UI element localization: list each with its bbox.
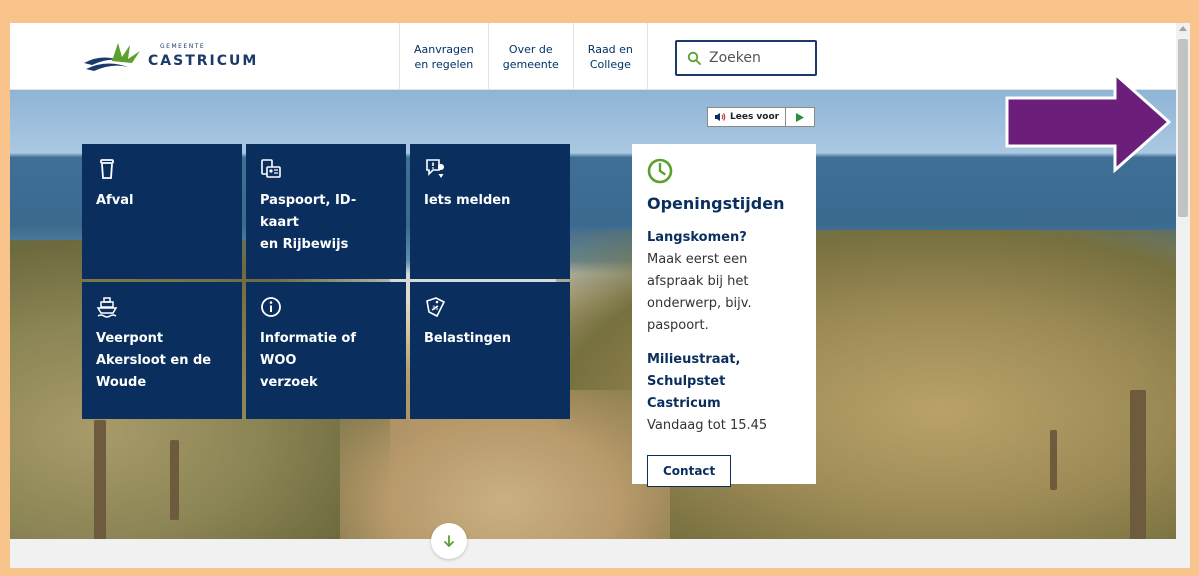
nav-item-over-de-gemeente[interactable]: Over de gemeente <box>487 23 573 90</box>
location-hours: Vandaag tot 15.45 <box>647 418 768 433</box>
logo-small-text: GEMEENTE <box>160 43 206 50</box>
search-box[interactable] <box>675 40 817 76</box>
fence-post <box>94 420 106 539</box>
tile-paspoort[interactable]: Paspoort, ID-kaart en Rijbewijs <box>246 144 406 279</box>
scroll-down-button[interactable] <box>431 523 467 559</box>
tile-label: Paspoort, ID-kaart en Rijbewijs <box>260 193 357 252</box>
nav-item-label: Aanvragen en regelen <box>414 42 474 71</box>
readspeaker-bar: Lees voor <box>707 107 816 127</box>
logo-wordmark: CASTRICUM <box>148 53 259 69</box>
search-icon <box>687 51 701 65</box>
nav-item-label: Over de gemeente <box>502 42 559 71</box>
tax-tag-icon: % <box>426 297 446 318</box>
fence-post <box>1130 390 1146 539</box>
tile-veerpont[interactable]: Veerpont Akersloot en de Woude <box>82 282 242 419</box>
hero-image: Lees voor Afval Paspoort, ID-kaart en Ri… <box>10 90 1176 539</box>
nav-item-label: Raad en College <box>587 42 633 71</box>
opening-hours-card: Openingstijden Langskomen? Maak eerst ee… <box>632 144 816 487</box>
nav-item-aanvragen[interactable]: Aanvragen en regelen <box>399 23 488 90</box>
clock-icon <box>647 158 673 184</box>
info-icon <box>261 297 281 317</box>
visit-text: Maak eerst een afspraak bij het onderwer… <box>647 252 752 333</box>
nav-item-raad-en-college[interactable]: Raad en College <box>572 23 648 90</box>
ferry-icon <box>96 297 118 318</box>
scroll-up-arrow-icon[interactable] <box>1179 26 1187 31</box>
content-band <box>10 539 1176 568</box>
tile-label: Afval <box>96 193 134 208</box>
logo-swoosh-icon <box>84 43 140 71</box>
main-navigation: Aanvragen en regelen Over de gemeente Ra… <box>399 23 648 90</box>
fence-post <box>1050 430 1057 490</box>
arrow-down-icon <box>444 535 454 547</box>
tile-label: Iets melden <box>424 193 511 208</box>
opening-hours-title: Openingstijden <box>647 194 785 213</box>
scrollbar-thumb[interactable] <box>1178 39 1188 217</box>
site-header: GEMEENTE CASTRICUM Aanvragen en regelen … <box>10 23 1176 90</box>
svg-text:%: % <box>433 305 439 312</box>
location-title: Milieustraat, Schulpstet Castricum <box>647 352 741 411</box>
tile-informatie-woo[interactable]: Informatie of WOO verzoek <box>246 282 406 419</box>
play-icon <box>796 112 805 122</box>
tile-afval[interactable]: Afval <box>82 144 242 279</box>
fence-post <box>170 440 179 520</box>
vertical-scrollbar[interactable] <box>1176 23 1190 568</box>
tile-belastingen[interactable]: % Belastingen <box>410 282 570 419</box>
annotation-arrow-icon <box>1005 70 1172 174</box>
tile-label: Belastingen <box>424 331 511 346</box>
readspeaker-button[interactable]: Lees voor <box>708 108 787 126</box>
report-location-icon <box>426 159 445 178</box>
visit-title: Langskomen? <box>647 230 747 245</box>
search-input[interactable] <box>709 50 809 66</box>
tile-iets-melden[interactable]: Iets melden <box>410 144 570 279</box>
readspeaker-label: Lees voor <box>730 112 780 122</box>
id-card-icon <box>261 159 281 178</box>
speaker-icon <box>715 113 726 121</box>
tile-label: Informatie of WOO verzoek <box>260 331 357 390</box>
castricum-logo[interactable]: GEMEENTE CASTRICUM <box>82 39 256 75</box>
contact-button[interactable]: Contact <box>647 455 732 487</box>
play-button[interactable] <box>786 108 814 126</box>
waste-bin-icon <box>100 159 114 179</box>
tile-label: Veerpont Akersloot en de Woude <box>96 331 212 390</box>
